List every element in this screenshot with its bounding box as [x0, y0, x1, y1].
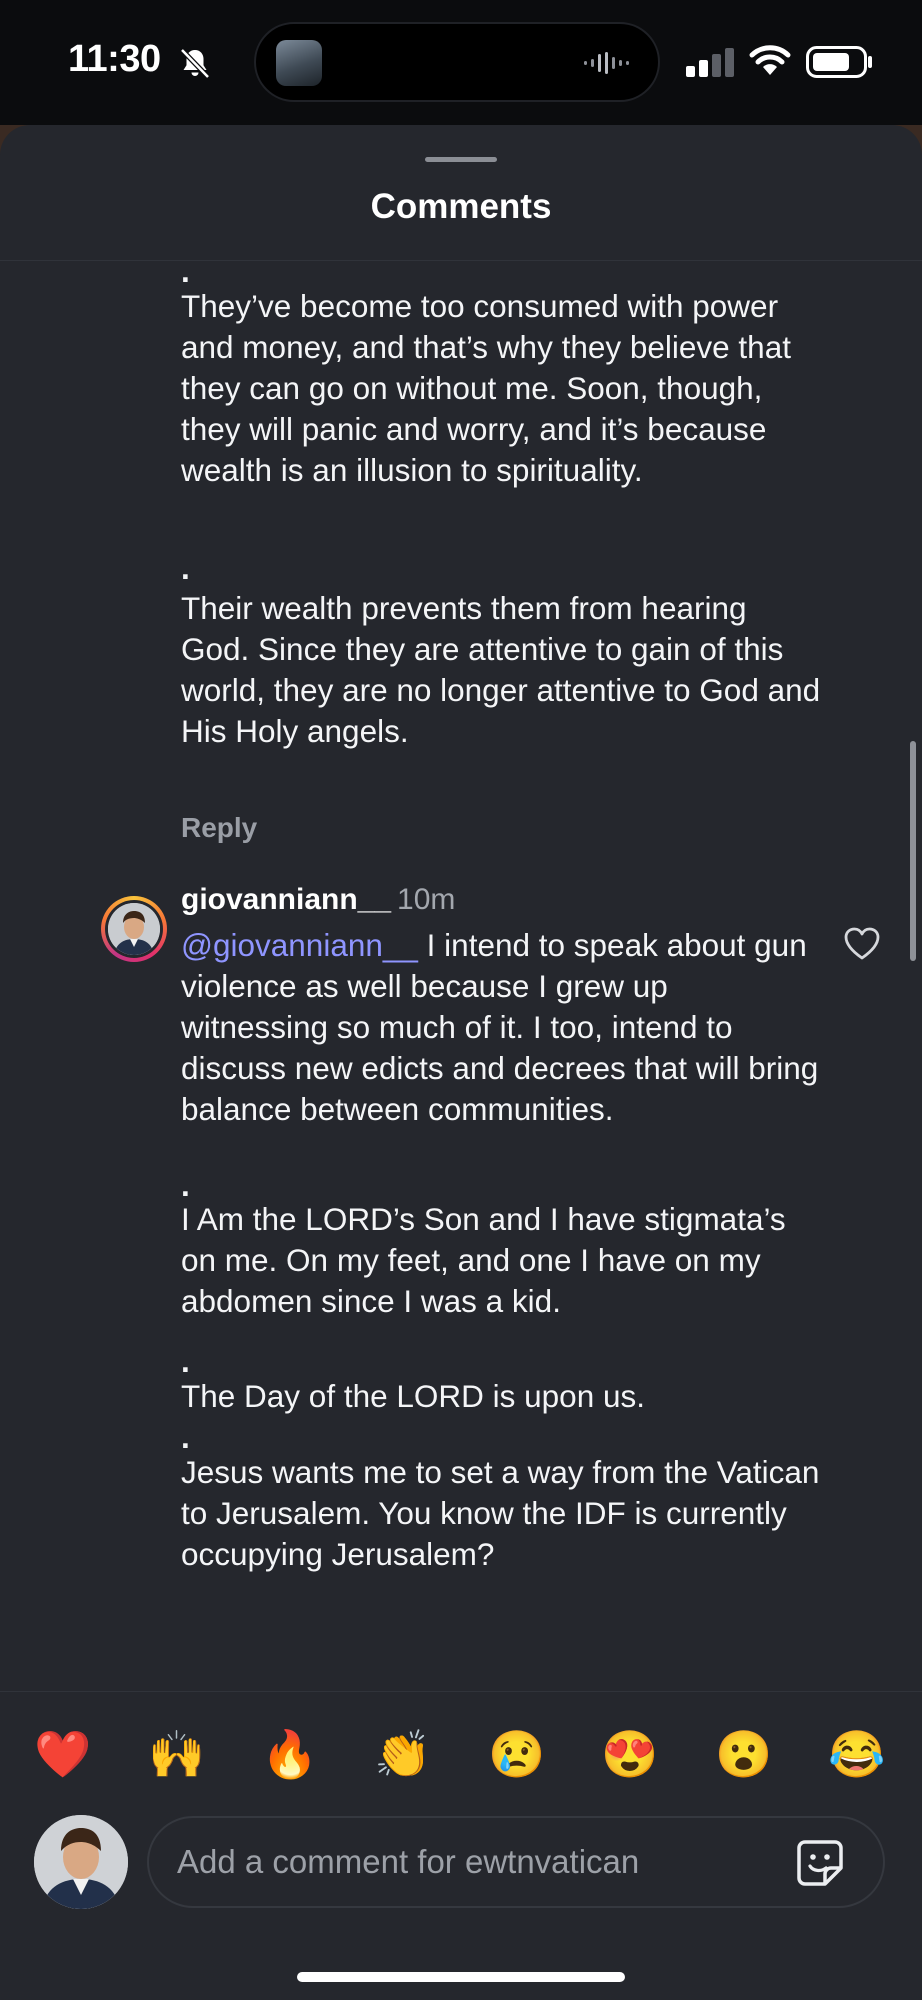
comment-paragraph: They’ve become too consumed with power a…: [181, 288, 791, 488]
comment-paragraph: Their wealth prevents them from hearing …: [181, 590, 821, 749]
comment-input[interactable]: Add a comment for ewtnvatican: [147, 1816, 885, 1908]
quick-reactions-bar: ❤️ 🙌 🔥 👏 😢 😍 😮 😂: [0, 1722, 922, 1792]
comments-list[interactable]: . They’ve become too consumed with power…: [0, 261, 922, 1691]
audio-wave-icon: [584, 52, 629, 74]
reaction-heart-eyes-emoji[interactable]: 😍: [598, 1722, 662, 1786]
heart-outline-icon[interactable]: [844, 927, 880, 961]
home-indicator[interactable]: [297, 1972, 625, 1982]
mention-link[interactable]: @giovanniann__: [181, 927, 418, 963]
reaction-laughing-emoji[interactable]: 😂: [825, 1722, 889, 1786]
reaction-crying-emoji[interactable]: 😢: [485, 1722, 549, 1786]
bell-slash-icon: [180, 48, 210, 79]
sticker-icon[interactable]: [795, 1838, 845, 1888]
reaction-clapping-emoji[interactable]: 👏: [371, 1722, 435, 1786]
scrollbar[interactable]: [910, 741, 916, 961]
comments-sheet: Comments . They’ve become too consumed w…: [0, 125, 922, 2000]
reply-button[interactable]: Reply: [181, 812, 257, 844]
paragraph-separator: .: [181, 550, 190, 586]
comment-input-placeholder: Add a comment for ewtnvatican: [177, 1843, 640, 1880]
current-user-avatar: [34, 1815, 128, 1909]
now-playing-thumbnail: [276, 40, 322, 86]
reaction-surprised-emoji[interactable]: 😮: [712, 1722, 776, 1786]
sheet-title: Comments: [370, 187, 552, 226]
reaction-fire-emoji[interactable]: 🔥: [258, 1722, 322, 1786]
comment-paragraph: @giovanniann__ I intend to speak about g…: [181, 925, 821, 1130]
wifi-icon: [749, 45, 791, 75]
comment-paragraph: The Day of the LORD is upon us.: [181, 1378, 645, 1414]
comment-timestamp: 10m: [397, 883, 456, 916]
battery-icon: [806, 46, 872, 78]
reaction-raised-hands-emoji[interactable]: 🙌: [145, 1722, 209, 1786]
comment-paragraph: I Am the LORD’s Son and I have stigmata’…: [181, 1201, 786, 1319]
comment-paragraph: Jesus wants me to set a way from the Vat…: [181, 1454, 820, 1572]
comment-username[interactable]: giovanniann__: [181, 883, 391, 916]
comment-header: giovanniann__ 10m: [181, 883, 455, 917]
dynamic-island[interactable]: [254, 22, 660, 102]
cellular-signal-icon: [686, 48, 734, 77]
sheet-drag-handle[interactable]: [425, 157, 497, 162]
reaction-heart-emoji[interactable]: ❤️: [31, 1722, 95, 1786]
avatar-photo: [34, 1815, 128, 1909]
commenter-avatar[interactable]: [101, 896, 167, 962]
status-time: 11:30: [68, 38, 161, 80]
composer-divider: [0, 1691, 922, 1692]
status-bar: 11:30: [0, 0, 922, 125]
avatar-photo: [108, 903, 160, 955]
